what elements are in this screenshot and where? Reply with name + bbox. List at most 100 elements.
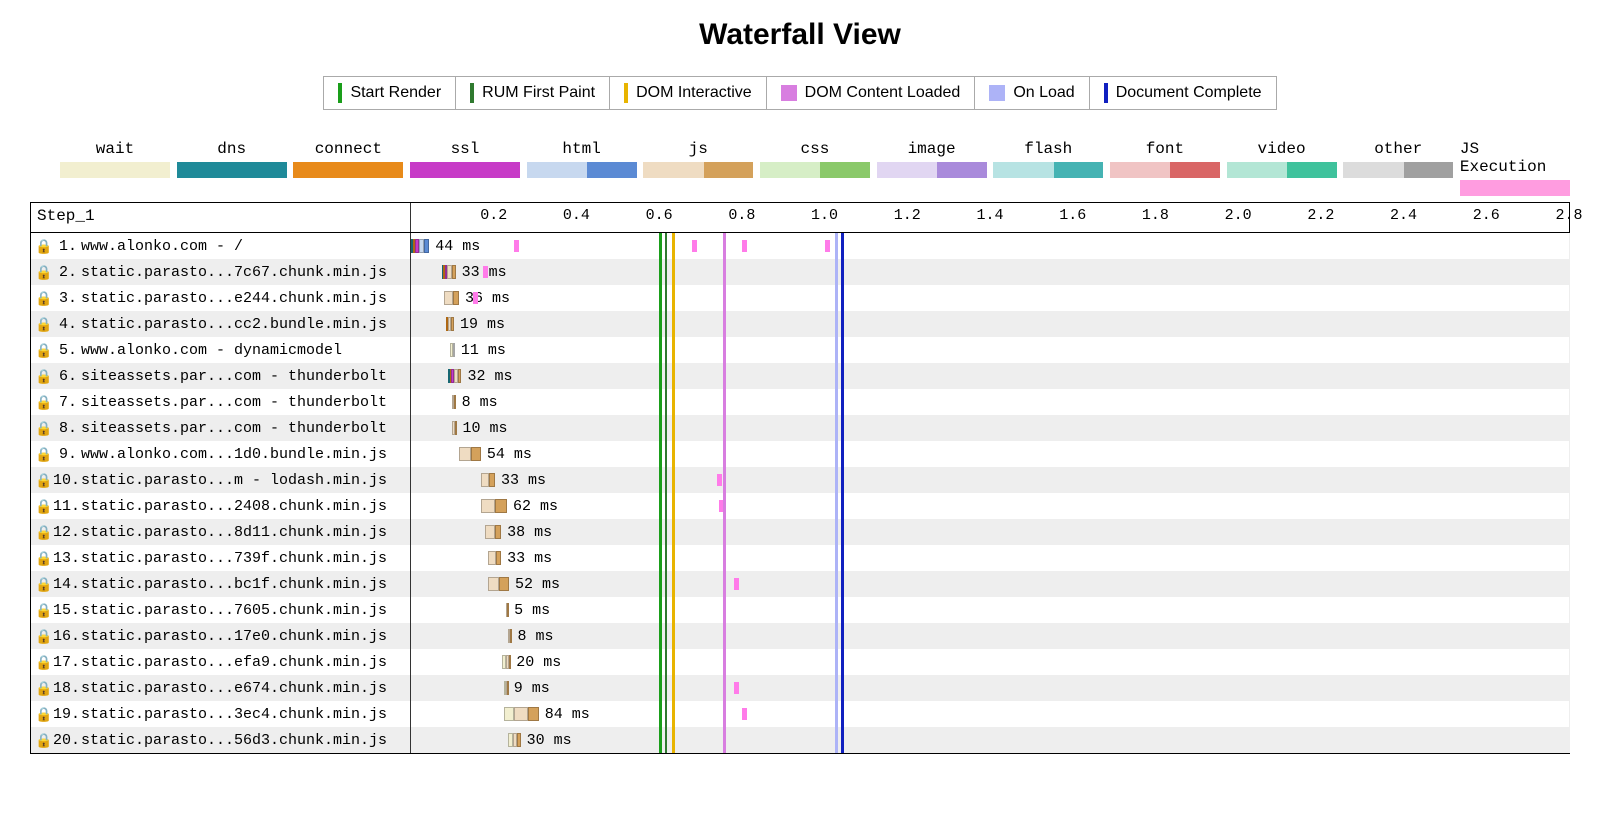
waterfall-row[interactable]: 🔒8.siteassets.par...com - thunderbolt10 … [31,415,1569,441]
row-number: 3. [53,290,77,307]
timing-duration-label: 33 ms [501,472,546,489]
waterfall-row[interactable]: 🔒2.static.parasto...7c67.chunk.min.js 33 … [31,259,1569,285]
timing-bar[interactable]: 10 ms [452,421,456,435]
waterfall-row[interactable]: 🔒3.static.parasto...e244.chunk.min.js 36 … [31,285,1569,311]
row-url-label: siteassets.par...com - thunderbolt [81,420,387,437]
timing-segment [453,291,459,305]
waterfall-row[interactable]: 🔒20.static.parasto...56d3.chunk.min.js 30… [31,727,1569,753]
timing-bar[interactable]: 54 ms [459,447,481,461]
row-number: 5. [53,342,77,359]
type-legend-swatch [293,162,403,178]
row-number: 19. [53,706,77,723]
grid-line [1569,233,1570,753]
row-bar-area: 30 ms [411,727,1569,753]
row-label-area: 🔒16.static.parasto...17e0.chunk.min.js [31,623,411,649]
row-url-label: www.alonko.com - / [81,238,243,255]
lock-icon: 🔒 [35,238,49,255]
row-number: 17. [53,654,77,671]
timing-bar[interactable]: 33 ms [442,265,456,279]
scale-tick: 2.4 [1390,207,1417,224]
row-url-label: static.parasto...56d3.chunk.min.js [81,732,387,749]
timing-bar[interactable]: 8 ms [508,629,511,643]
timing-bar[interactable]: 11 ms [450,343,455,357]
timing-bar[interactable]: 30 ms [508,733,520,747]
type-legend-label: video [1258,140,1306,158]
row-number: 9. [53,446,77,463]
row-number: 12. [53,524,77,541]
waterfall-body: 🔒1.www.alonko.com - /44 ms🔒2.static.para… [31,233,1569,753]
timing-bar[interactable]: 38 ms [485,525,501,539]
row-url-label: static.parasto...17e0.chunk.min.js [81,628,387,645]
waterfall-row[interactable]: 🔒13.static.parasto...739f.chunk.min.js33… [31,545,1569,571]
row-bar-area: 36 ms [411,285,1569,311]
waterfall-row[interactable]: 🔒7.siteassets.par...com - thunderbolt8 m… [31,389,1569,415]
row-label-area: 🔒2.static.parasto...7c67.chunk.min.js [31,259,411,285]
timing-segment [528,707,538,721]
row-url-label: static.parasto...2408.chunk.min.js [81,498,387,515]
timing-segment [495,499,507,513]
row-label-area: 🔒3.static.parasto...e244.chunk.min.js [31,285,411,311]
lock-icon: 🔒 [35,524,49,541]
timing-bar[interactable]: 33 ms [488,551,502,565]
row-bar-area: 19 ms [411,311,1569,337]
timing-bar[interactable]: 5 ms [506,603,508,617]
lock-icon: 🔒 [35,706,49,723]
timing-bar[interactable]: 44 ms [411,239,429,253]
lock-icon: 🔒 [35,316,49,333]
row-bar-area: 84 ms [411,701,1569,727]
waterfall-row[interactable]: 🔒11.static.parasto...2408.chunk.min.js62… [31,493,1569,519]
row-bar-area: 5 ms [411,597,1569,623]
waterfall-row[interactable]: 🔒15.static.parasto...7605.chunk.min.js5 … [31,597,1569,623]
waterfall-row[interactable]: 🔒18.static.parasto...e674.chunk.min.js9 … [31,675,1569,701]
timing-bar[interactable]: 20 ms [502,655,510,669]
waterfall-row[interactable]: 🔒19.static.parasto...3ec4.chunk.min.js84… [31,701,1569,727]
timing-bar[interactable]: 19 ms [446,317,454,331]
timing-bar[interactable]: 9 ms [504,681,508,695]
waterfall-row[interactable]: 🔒16.static.parasto...17e0.chunk.min.js 8 … [31,623,1569,649]
timing-bar[interactable]: 62 ms [481,499,507,513]
timing-duration-label: 33 ms [507,550,552,567]
type-legend-label: html [562,140,600,158]
timing-bar[interactable]: 8 ms [452,395,455,409]
legend-label: DOM Content Loaded [805,84,961,102]
lock-icon: 🔒 [35,576,49,593]
timing-bar[interactable]: 33 ms [481,473,495,487]
waterfall-row[interactable]: 🔒17.static.parasto...efa9.chunk.min.js20… [31,649,1569,675]
waterfall-row[interactable]: 🔒12.static.parasto...8d11.chunk.min.js 38… [31,519,1569,545]
resource-type-legend: waitdnsconnectsslhtmljscssimageflashfont… [60,140,1570,196]
row-bar-area: 20 ms [411,649,1569,675]
timing-bar[interactable]: 36 ms [444,291,459,305]
type-legend-label: font [1146,140,1184,158]
timing-bar[interactable]: 52 ms [488,577,510,591]
row-label-area: 🔒20.static.parasto...56d3.chunk.min.js [31,727,411,753]
legend-item: RUM First Paint [455,76,610,110]
row-label-area: 🔒12.static.parasto...8d11.chunk.min.js [31,519,411,545]
waterfall-row[interactable]: 🔒14.static.parasto...bc1f.chunk.min.js52… [31,571,1569,597]
row-number: 11. [53,498,77,515]
row-url-label: static.parasto...e244.chunk.min.js [81,290,387,307]
scale-tick: 0.6 [646,207,673,224]
row-url-label: www.alonko.com...1d0.bundle.min.js [81,446,387,463]
waterfall-row[interactable]: 🔒5.www.alonko.com - dynamicmodel11 ms [31,337,1569,363]
waterfall-row[interactable]: 🔒1.www.alonko.com - /44 ms [31,233,1569,259]
timing-segment [451,317,454,331]
timing-duration-label: 20 ms [516,654,561,671]
waterfall-row[interactable]: 🔒4.static.parasto...cc2.bundle.min.js19 … [31,311,1569,337]
row-label-area: 🔒10.static.parasto...m - lodash.min.js [31,467,411,493]
row-number: 18. [53,680,77,697]
row-url-label: static.parasto...7c67.chunk.min.js [81,264,387,281]
type-legend-swatch [993,162,1103,178]
lock-icon: 🔒 [35,628,49,645]
waterfall-row[interactable]: 🔒6.siteassets.par...com - thunderbolt32 … [31,363,1569,389]
type-legend-item: html [527,140,637,196]
type-legend-label: other [1374,140,1422,158]
timing-bar[interactable]: 32 ms [448,369,461,383]
timing-segment [507,603,509,617]
timing-bar[interactable]: 84 ms [504,707,539,721]
lock-icon: 🔒 [35,368,49,385]
waterfall-row[interactable]: 🔒9.www.alonko.com...1d0.bundle.min.js54 … [31,441,1569,467]
legend-swatch [470,83,474,103]
scale-tick: 2.8 [1555,207,1582,224]
row-bar-area: 52 ms [411,571,1569,597]
waterfall-row[interactable]: 🔒10.static.parasto...m - lodash.min.js 33… [31,467,1569,493]
